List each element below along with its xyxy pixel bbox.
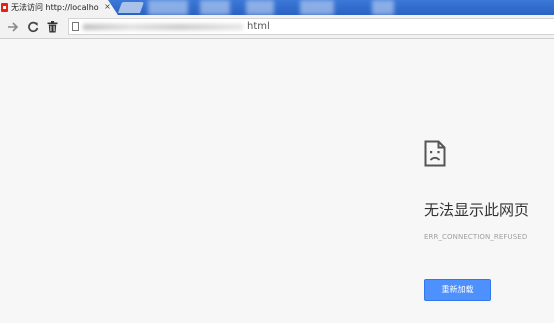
blurred-region	[372, 0, 394, 15]
reload-page-button[interactable]: 重新加载	[424, 279, 491, 301]
reload-icon	[28, 21, 39, 32]
error-code: ERR_CONNECTION_REFUSED	[424, 233, 528, 241]
error-title: 无法显示此网页	[424, 201, 530, 219]
tab-strip: 无法访问 http://localhos ×	[0, 0, 554, 15]
sad-page-icon	[424, 140, 446, 167]
blurred-region	[300, 0, 334, 15]
reload-button[interactable]	[26, 19, 40, 34]
trash-icon	[47, 20, 57, 32]
url-blurred	[83, 24, 243, 30]
browser-window: 无法访问 http://localhos × html 无法显示此网页 ERR_…	[0, 0, 554, 323]
blurred-region	[246, 0, 274, 15]
error-page: 无法显示此网页 ERR_CONNECTION_REFUSED 重新加载	[0, 39, 554, 323]
toolbar: html	[0, 15, 554, 39]
url-text: html	[247, 21, 270, 32]
forward-button[interactable]	[6, 19, 20, 34]
new-tab-button[interactable]	[117, 2, 145, 13]
error-favicon-icon	[1, 3, 8, 12]
close-icon[interactable]: ×	[103, 1, 112, 13]
address-bar[interactable]: html	[68, 18, 554, 35]
tab-title: 无法访问 http://localhos	[11, 3, 99, 12]
blurred-region	[148, 0, 188, 15]
tab-active[interactable]: 无法访问 http://localhos ×	[0, 0, 118, 15]
arrow-right-icon	[8, 21, 19, 32]
blurred-region	[200, 0, 230, 15]
trash-button[interactable]	[45, 19, 59, 34]
page-icon	[72, 22, 79, 31]
